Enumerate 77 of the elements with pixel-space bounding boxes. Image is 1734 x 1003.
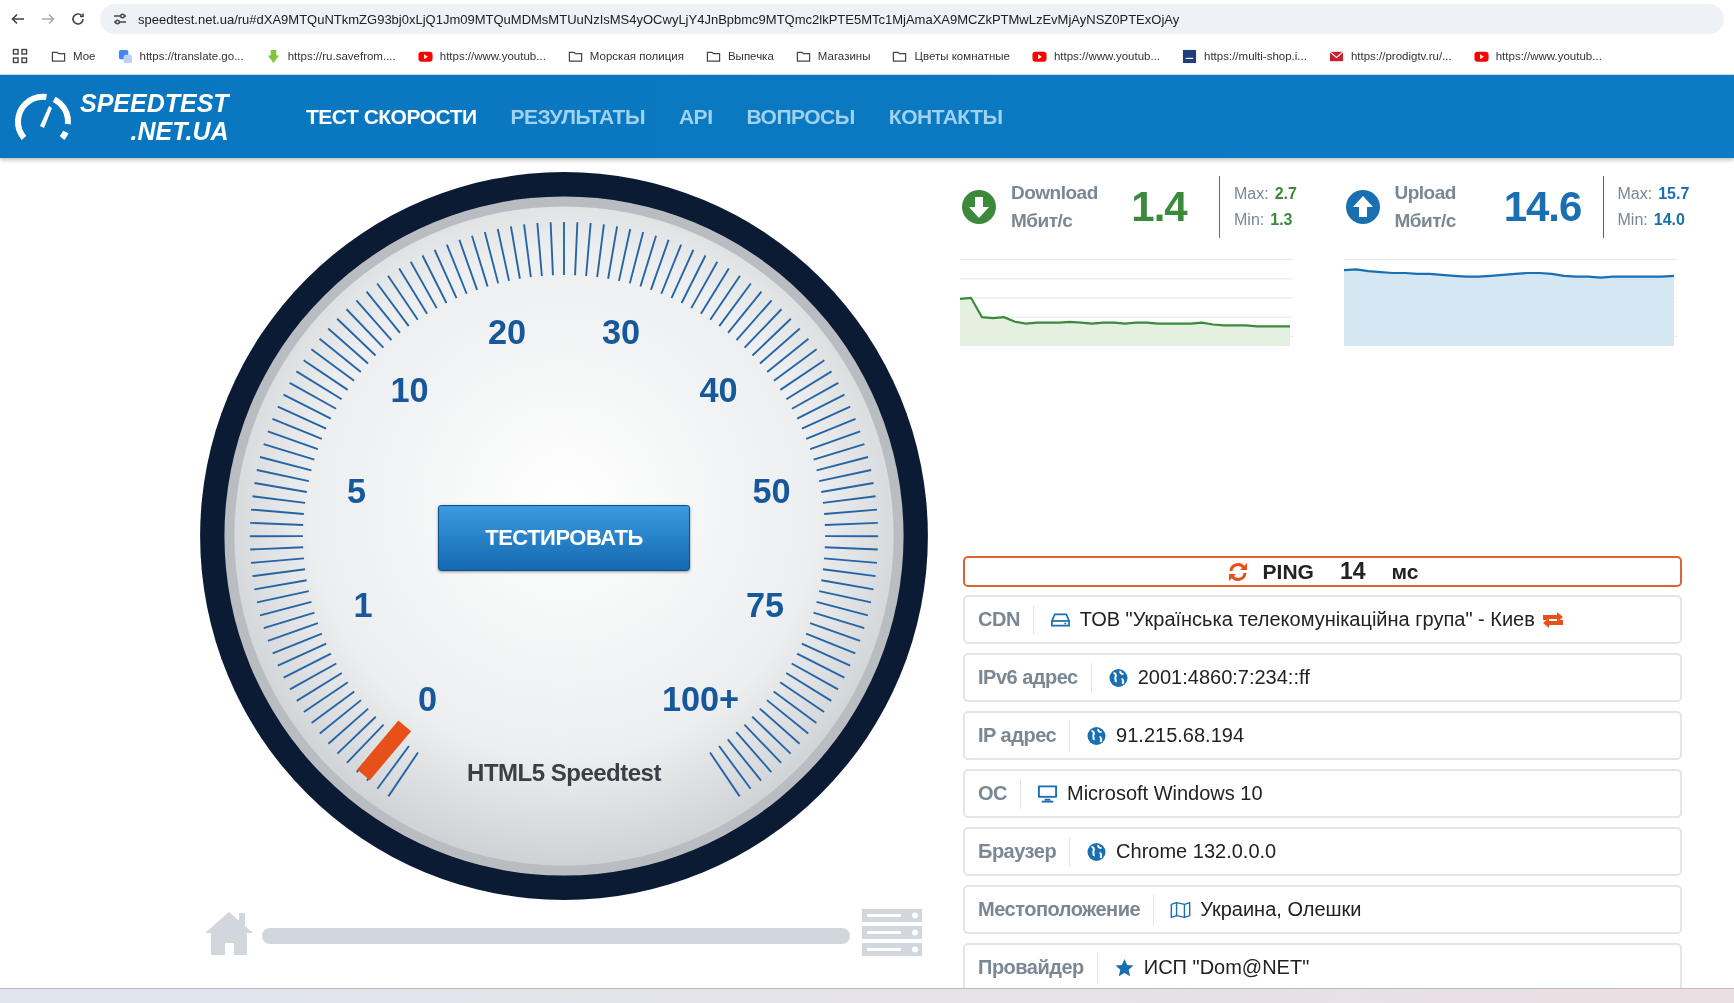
scale-label: 1	[353, 585, 373, 624]
gauge-caption: HTML5 Speedtest	[467, 759, 661, 787]
result-value: 1.4	[1130, 183, 1189, 231]
download-icon	[961, 189, 997, 225]
bookmark[interactable]: https://translate.go...	[108, 44, 253, 68]
site-settings-icon[interactable]	[112, 11, 128, 27]
ping-unit: мс	[1391, 559, 1419, 584]
result-unit: Мбит/с	[1394, 209, 1457, 233]
nav-link[interactable]: ТЕСТ СКОРОСТИ	[292, 96, 491, 137]
info-value: Microsoft Windows 10	[1067, 782, 1263, 805]
scale-label: 40	[699, 371, 738, 410]
info-label: CDN	[965, 604, 1034, 635]
bookmark[interactable]: https://multi-shop.i...	[1173, 44, 1316, 68]
test-button[interactable]: ТЕСТИРОВАТЬ	[438, 505, 690, 571]
scale-label: 30	[601, 312, 640, 351]
scale-label: 5	[346, 472, 367, 511]
info-label: Местоположение	[965, 894, 1155, 925]
info-value: ИСП "Dom@NET"	[1143, 956, 1310, 979]
apps-icon[interactable]	[12, 48, 28, 64]
scale-label: 0	[418, 679, 438, 718]
info-value: 91.215.68.194	[1116, 724, 1244, 747]
min-value: 14.0	[1653, 210, 1685, 230]
scale-label: 50	[752, 472, 791, 511]
ping-label: PING	[1262, 559, 1314, 584]
max-value: 2.7	[1274, 184, 1297, 204]
info-value: ТОВ "Українська телекомунікаційна група" - Киев	[1079, 608, 1535, 631]
globe-icon	[1086, 841, 1108, 862]
address-bar[interactable]: speedtest.net.ua/ru#dXA9MTQuNTkmZG93bj0xLjQ1Jm09MTQuMDMsMTUuNzIsMS4yOCwyLjY4JnBpbmc9MTQmc2lkPTE5MTc1MjAmaXA9MCZkPTMwLzEvMjAyNSZ0PTExOjAy	[100, 4, 1724, 34]
info-label: IPv6 адрес	[965, 662, 1092, 693]
bookmark[interactable]: https://ru.savefrom....	[256, 44, 405, 68]
info-label: ОС	[965, 778, 1021, 809]
url-text: speedtest.net.ua/ru#dXA9MTQuNTkmZG93bj0xLjQ1Jm09MTQuMDMsMTUuNzIsMS4yOCwyLjY4JnBpbmc9MTQmc2lkPTE5MTc1MjAmaXA9MCZkPTMwLzEvMjAyNSZ0PTExOjAy	[138, 11, 1180, 27]
bookmark[interactable]: Цветы комнатные	[883, 44, 1019, 68]
bookmark[interactable]: Мое	[42, 44, 105, 68]
info-value: Chrome 132.0.0.0	[1116, 840, 1277, 863]
min-label: Min:	[1617, 210, 1648, 230]
min-value: 1.3	[1270, 210, 1293, 230]
info-value: Украина, Олешки	[1200, 898, 1362, 921]
reload-icon[interactable]	[70, 11, 86, 27]
info-label: Провайдер	[965, 952, 1098, 983]
star-icon	[1113, 957, 1135, 978]
globe-icon	[1086, 725, 1108, 746]
bookmark[interactable]: Выпечка	[696, 44, 783, 68]
bookmark[interactable]: Морская полиция	[558, 44, 693, 68]
map-icon	[1170, 899, 1192, 920]
envelope-icon	[1328, 48, 1344, 64]
min-label: Min:	[1234, 210, 1265, 230]
bookmark[interactable]: https://www.youtub...	[408, 44, 555, 68]
max-label: Max:	[1234, 184, 1269, 204]
back-icon[interactable]	[10, 11, 26, 27]
bookmark[interactable]: https://prodigtv.ru/...	[1319, 44, 1461, 68]
scale-label: 10	[390, 371, 429, 410]
max-value: 15.7	[1658, 184, 1690, 204]
scale-label: 75	[745, 585, 785, 624]
bookmark[interactable]: Магазины	[786, 44, 880, 68]
info-label: Браузер	[965, 836, 1071, 867]
result-value: 14.6	[1502, 183, 1583, 231]
shop-icon	[1182, 48, 1198, 64]
refresh-icon	[1226, 560, 1249, 583]
result-label: Upload	[1394, 181, 1457, 205]
globe-icon	[1107, 667, 1129, 688]
scale-label: 100+	[661, 679, 740, 718]
translate-icon	[117, 48, 133, 64]
ping-value: 14	[1339, 558, 1366, 585]
monitor-icon	[1037, 783, 1058, 804]
scale-label: 20	[488, 312, 527, 351]
bookmark[interactable]: https://www.youtub...	[1022, 44, 1170, 68]
max-label: Max:	[1617, 184, 1653, 204]
result-unit: Мбит/с	[1011, 209, 1074, 233]
info-value: 2001:4860:7:234::ff	[1137, 666, 1310, 689]
upload-icon	[1344, 189, 1381, 225]
gauge-needle	[357, 720, 412, 781]
info-label: IP адрес	[965, 720, 1071, 751]
result-label: Download	[1011, 181, 1099, 205]
swap-icon[interactable]	[1540, 610, 1565, 629]
bookmark[interactable]: https://www.youtub...	[1464, 44, 1611, 68]
logo-text: SPEEDTEST .NET.UA	[80, 88, 229, 145]
